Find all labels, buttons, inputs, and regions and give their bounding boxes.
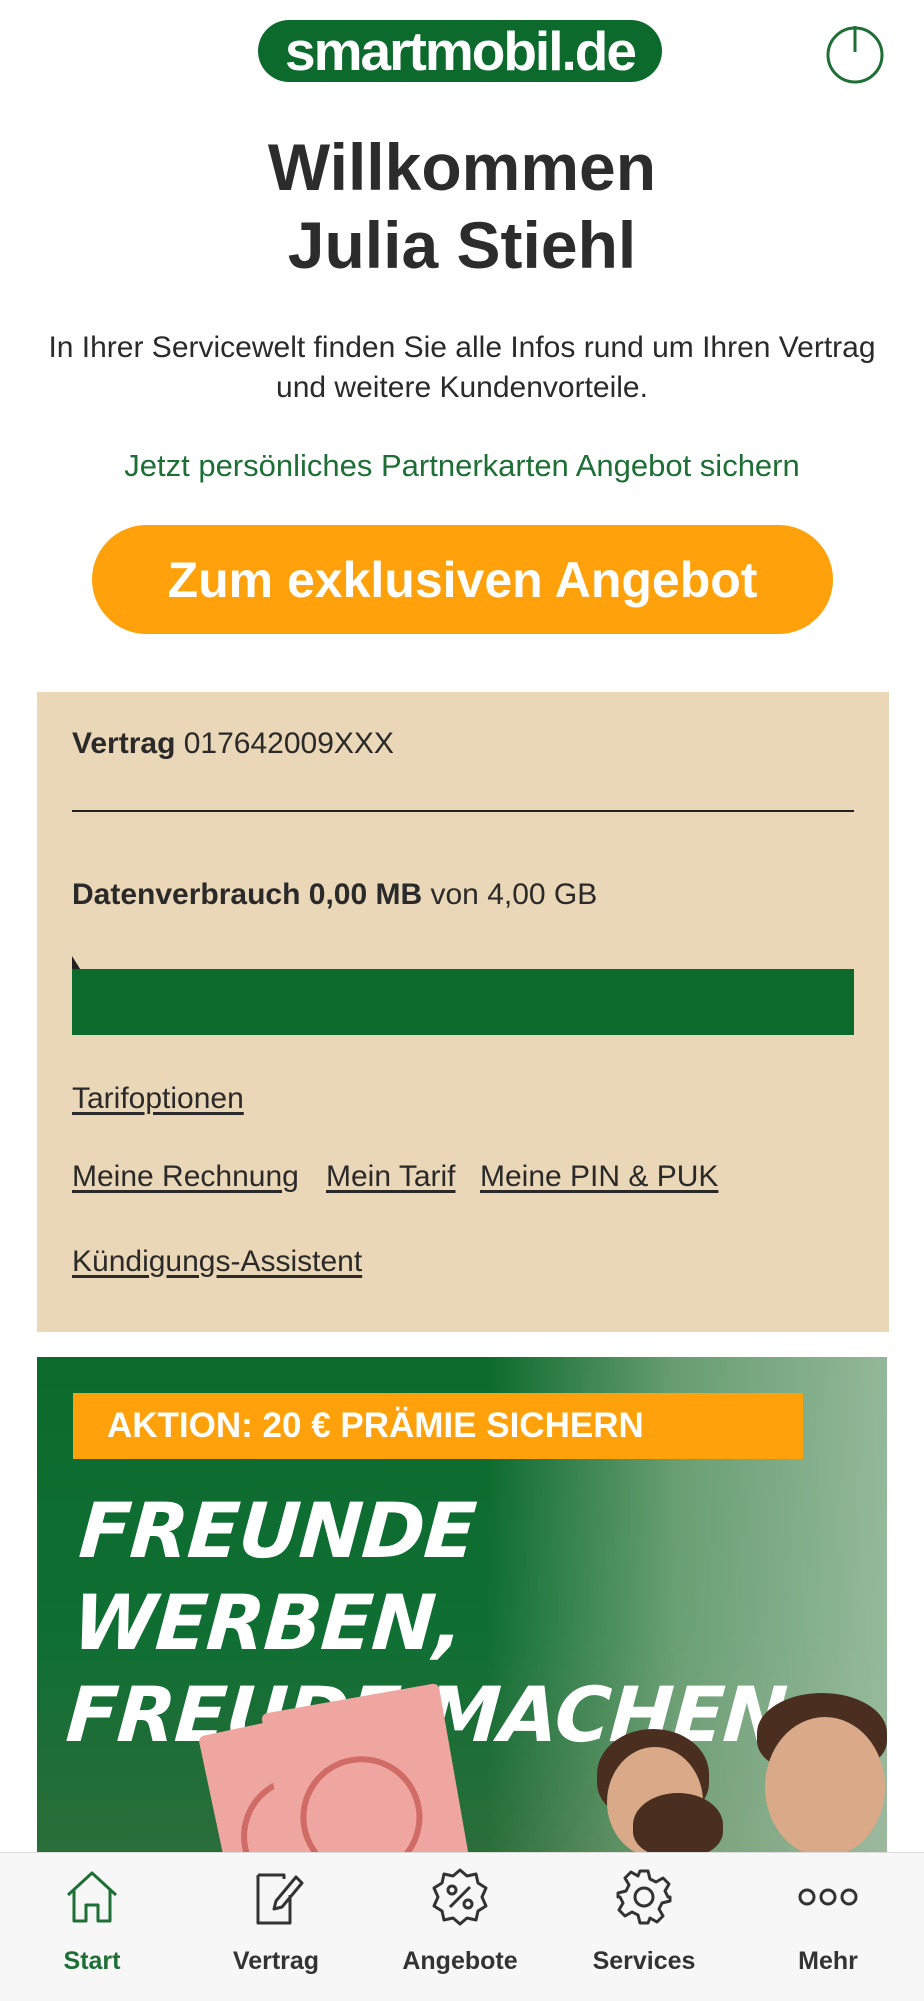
percent-badge-icon (432, 1868, 488, 1926)
nav-item-mehr[interactable]: Mehr (736, 1853, 920, 2001)
my-bill-link[interactable]: Meine Rechnung (72, 1160, 299, 1194)
gear-icon (616, 1869, 672, 1925)
partner-card-offer-link[interactable]: Jetzt persönliches Partnerkarten Angebot… (0, 448, 924, 484)
contract-card: Vertrag 017642009XXX Datenverbrauch 0,00… (37, 692, 889, 1332)
my-tariff-link[interactable]: Mein Tarif (326, 1160, 456, 1194)
welcome-user-name: Julia Stiehl (287, 208, 637, 282)
welcome-heading: Willkommen Julia Stiehl (0, 128, 924, 284)
person-hair (633, 1793, 723, 1857)
contract-icon (256, 1873, 304, 1925)
data-usage-total: von 4,00 GB (430, 878, 598, 911)
pin-puk-link[interactable]: Meine PIN & PUK (480, 1160, 718, 1194)
bottom-navigation: Start Vertrag Angebote Services Mehr (0, 1852, 924, 2001)
tariff-options-link[interactable]: Tarifoptionen (72, 1082, 244, 1116)
exclusive-offer-button[interactable]: Zum exklusiven Angebot (92, 525, 833, 634)
contract-label: Vertrag (72, 727, 176, 760)
nav-item-services[interactable]: Services (552, 1853, 736, 2001)
top-bar: smartmobil.de (0, 0, 924, 110)
nav-item-vertrag[interactable]: Vertrag (184, 1853, 368, 2001)
nav-label-start: Start (63, 1947, 121, 1975)
cancellation-assistant-link[interactable]: Kündigungs-Assistent (72, 1245, 362, 1279)
promo-headline-line-1: FREUNDE WERBEN, (69, 1486, 479, 1667)
more-dots-icon (798, 1888, 858, 1906)
banknote-image (261, 1682, 473, 1857)
nav-label-vertrag: Vertrag (232, 1947, 320, 1975)
refer-a-friend-banner[interactable]: AKTION: 20 € PRÄMIE SICHERN FREUNDE WERB… (37, 1357, 887, 1857)
data-usage-bar (72, 969, 854, 1035)
power-icon[interactable] (824, 22, 886, 84)
data-usage-value: 0,00 MB (308, 878, 423, 911)
data-usage-line: Datenverbrauch 0,00 MB von 4,00 GB (72, 878, 597, 912)
intro-text: In Ihrer Servicewelt finden Sie alle Inf… (48, 331, 876, 404)
welcome-line-1: Willkommen (267, 130, 657, 204)
nav-label-mehr: Mehr (798, 1947, 858, 1975)
nav-label-services: Services (592, 1947, 696, 1975)
brand-logo: smartmobil.de (258, 20, 662, 82)
promo-badge: AKTION: 20 € PRÄMIE SICHERN (73, 1393, 803, 1459)
contract-number-line: Vertrag 017642009XXX (72, 727, 394, 761)
home-icon (66, 1871, 118, 1923)
data-usage-label: Datenverbrauch (72, 878, 301, 911)
data-usage-bar-fill (72, 969, 854, 1035)
nav-label-angebote: Angebote (402, 1947, 518, 1975)
nav-item-angebote[interactable]: Angebote (368, 1853, 552, 2001)
nav-item-start[interactable]: Start (0, 1853, 184, 2001)
contract-number: 017642009XXX (183, 727, 394, 760)
person-face (765, 1717, 885, 1857)
divider (72, 810, 854, 812)
